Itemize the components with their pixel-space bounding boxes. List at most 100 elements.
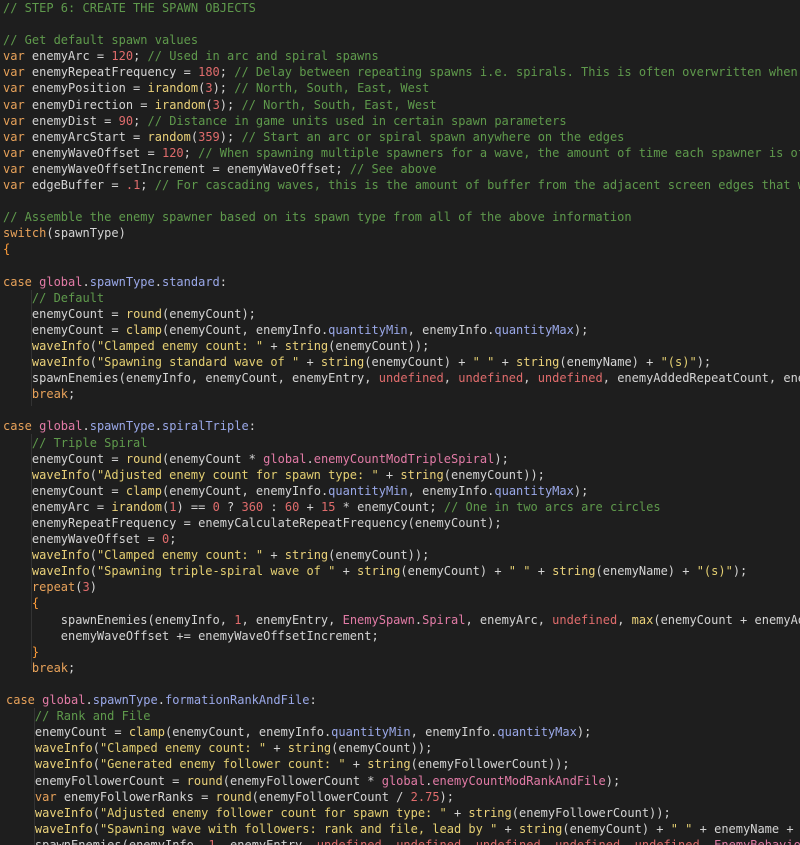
code-line[interactable]: // STEP 6: CREATE THE SPAWN OBJECTS <box>0 0 800 16</box>
global-token: global <box>42 693 86 708</box>
code-line[interactable]: { <box>0 595 800 611</box>
operator-token: = <box>164 773 187 788</box>
operator-token: , <box>219 612 235 627</box>
code-line[interactable]: waveInfo("Adjusted enemy count for spawn… <box>0 467 800 483</box>
code-line[interactable] <box>0 676 800 692</box>
code-line[interactable] <box>0 402 800 418</box>
code-line[interactable]: waveInfo("Spawning wave with followers: … <box>0 821 800 837</box>
code-line[interactable]: enemyWaveOffset = 0; <box>0 531 800 547</box>
string-token: " " <box>508 564 531 579</box>
undefined-token: undefined <box>634 837 700 845</box>
identifier-token: enemyWaveOffset <box>226 161 336 176</box>
function-token: max <box>631 612 654 627</box>
code-editor[interactable]: // STEP 6: CREATE THE SPAWN OBJECTS // Ge… <box>0 0 800 845</box>
operator-token: )); <box>407 548 430 563</box>
code-line[interactable]: var enemyPosition = irandom(3); // North… <box>0 80 800 96</box>
code-line[interactable]: enemyFollowerCount = round(enemyFollower… <box>0 773 800 789</box>
code-line[interactable]: break; <box>0 660 800 676</box>
code-line[interactable] <box>0 258 800 274</box>
number-token: 3 <box>212 97 220 112</box>
code-line[interactable]: // Triple Spiral <box>0 435 800 451</box>
code-line[interactable]: waveInfo("Generated enemy follower count… <box>0 756 800 772</box>
code-line[interactable]: var enemyWaveOffset = 120; // When spawn… <box>0 145 800 161</box>
code-line[interactable]: enemyWaveOffset += enemyWaveOffsetIncrem… <box>0 628 800 644</box>
code-line[interactable]: spawnEnemies(enemyInfo, 1, enemyEntry, E… <box>0 612 800 628</box>
code-line[interactable]: waveInfo("Spawning standard wave of " + … <box>0 354 800 370</box>
operator-token: + <box>494 355 517 370</box>
operator-token: ) + <box>479 564 509 579</box>
operator-token <box>6 806 35 820</box>
operator-token: . <box>306 451 314 466</box>
operator-token: ( <box>511 805 519 820</box>
code-line[interactable]: // Rank and File <box>0 708 800 724</box>
operator-token: ); <box>732 564 748 579</box>
code-line[interactable]: // Assemble the enemy spawner based on i… <box>0 209 800 225</box>
code-line[interactable]: waveInfo("Clamped enemy count: " + strin… <box>0 338 800 354</box>
identifier-token: enemyCount <box>169 322 242 337</box>
function-token: string <box>367 757 411 772</box>
operator-token: , <box>443 371 459 386</box>
code-line[interactable]: waveInfo("Clamped enemy count: " + strin… <box>0 740 800 756</box>
code-line[interactable]: break; <box>0 386 800 402</box>
code-line[interactable]: var enemyFollowerRanks = round(enemyFoll… <box>0 789 800 805</box>
operator-token: = <box>125 81 148 96</box>
operator-token: ); <box>696 355 712 370</box>
code-line[interactable]: waveInfo("Spawning triple-spiral wave of… <box>0 563 800 579</box>
code-line[interactable]: var enemyArc = 120; // Used in arc and s… <box>0 48 800 64</box>
property-token: quantityMin <box>331 725 411 740</box>
operator-token: = <box>140 532 162 547</box>
code-line[interactable]: enemyCount = clamp(enemyCount, enemyInfo… <box>0 724 800 740</box>
code-line[interactable] <box>0 16 800 32</box>
operator-token: = <box>89 499 112 514</box>
operator-token: + <box>345 757 368 772</box>
code-line[interactable]: enemyCount = round(enemyCount * global.e… <box>0 451 800 467</box>
code-line[interactable]: var edgeBuffer = .1; // For cascading wa… <box>0 177 800 193</box>
property-token: quantityMin <box>328 322 408 337</box>
operator-token: : <box>309 693 317 708</box>
string-token: " " <box>472 355 495 370</box>
number-token: 1 <box>208 837 216 845</box>
operator-token: + <box>299 355 321 370</box>
operator-token: , <box>617 612 632 627</box>
code-line[interactable]: var enemyRepeatFrequency = 180; // Delay… <box>0 64 800 80</box>
code-line[interactable]: spawnEnemies(enemyInfo, enemyCount, enem… <box>0 370 800 386</box>
code-line[interactable]: // Get default spawn values <box>0 32 800 48</box>
code-line[interactable]: var enemyArcStart = random(359); // Star… <box>0 129 800 145</box>
operator-token: ( <box>89 355 97 370</box>
operator-token: . <box>85 693 93 708</box>
operator-token <box>3 468 32 482</box>
code-line[interactable]: { <box>0 241 800 257</box>
code-line[interactable]: spawnEnemies(enemyInfo, 1, enemyEntry, u… <box>0 837 800 845</box>
code-line[interactable]: enemyArc = irandom(1) == 0 ? 360 : 60 + … <box>0 499 800 515</box>
function-token: clamp <box>125 322 162 337</box>
code-line[interactable]: switch(spawnType) <box>0 225 800 241</box>
comment-token: // Triple Spiral <box>31 435 148 450</box>
comment-token: // When spawning multiple spawners for a… <box>198 145 800 160</box>
code-line[interactable]: enemyCount = round(enemyCount); <box>0 306 800 322</box>
code-line[interactable]: case global.spawnType.spiralTriple: <box>0 418 800 434</box>
identifier-token: enemyFollowerRanks <box>63 789 194 804</box>
code-line[interactable]: enemyCount = clamp(enemyCount, enemyInfo… <box>0 322 800 338</box>
global-token: global <box>263 451 307 466</box>
code-line[interactable]: var enemyWaveOffsetIncrement = enemyWave… <box>0 161 800 177</box>
keyword-token: var <box>3 129 32 144</box>
identifier-token: enemyWaveOffset <box>31 532 141 547</box>
keyword-token: var <box>3 145 32 160</box>
code-line[interactable] <box>0 193 800 209</box>
operator-token: , <box>407 322 423 337</box>
identifier-token: enemyDirection <box>31 97 134 112</box>
code-line[interactable]: } <box>0 644 800 660</box>
identifier-token: enemyName <box>566 355 632 370</box>
code-line[interactable]: case global.spawnType.standard: <box>0 274 800 290</box>
code-line[interactable]: waveInfo("Adjusted enemy follower count … <box>0 805 800 821</box>
code-line[interactable]: repeat(3) <box>0 579 800 595</box>
code-line[interactable]: enemyRepeatFrequency = enemyCalculateRep… <box>0 515 800 531</box>
code-line[interactable]: case global.spawnType.formationRankAndFi… <box>0 692 800 708</box>
code-line[interactable]: enemyCount = clamp(enemyCount, enemyInfo… <box>0 483 800 499</box>
code-line[interactable]: var enemyDist = 90; // Distance in game … <box>0 113 800 129</box>
code-line[interactable]: // Default <box>0 290 800 306</box>
operator-token: ); <box>605 773 621 788</box>
identifier-token: enemyCount <box>338 741 411 756</box>
code-line[interactable]: var enemyDirection = irandom(3); // Nort… <box>0 97 800 113</box>
code-line[interactable]: waveInfo("Clamped enemy count: " + strin… <box>0 547 800 563</box>
